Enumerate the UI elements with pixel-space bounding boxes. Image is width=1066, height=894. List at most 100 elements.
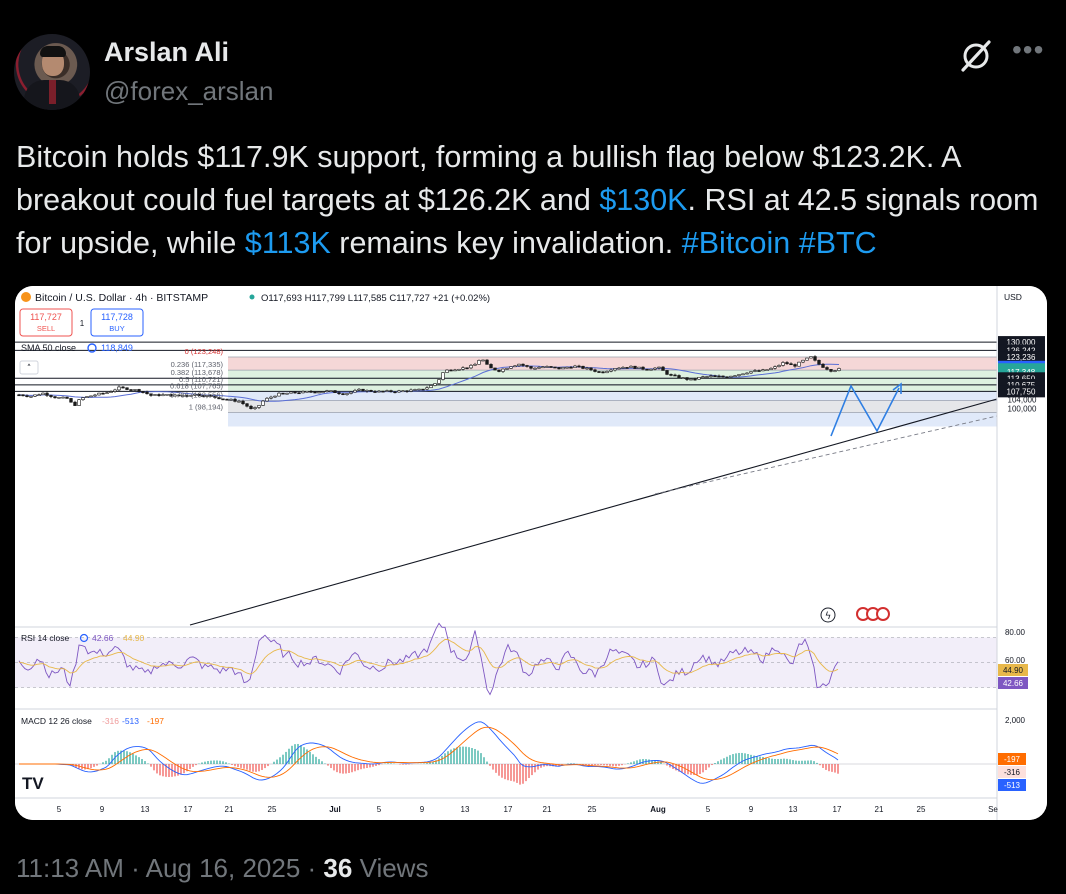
x-axis-tick: 25	[917, 805, 926, 814]
candle-body	[685, 377, 689, 380]
grok-icon[interactable]	[958, 38, 994, 74]
candle-body	[749, 371, 753, 374]
candle-body	[537, 367, 541, 369]
sell-button[interactable]: 117,727 SELL	[19, 308, 73, 337]
price-tag-label: 107,750	[1007, 387, 1036, 396]
candle-body	[833, 370, 837, 372]
candle-body	[61, 396, 65, 399]
x-axis-tick: 25	[268, 805, 277, 814]
candle-body	[253, 407, 257, 409]
candle-body	[517, 363, 521, 367]
candle-body	[641, 366, 645, 370]
candle-body	[521, 363, 525, 366]
candle-body	[37, 394, 41, 397]
candle-body	[713, 375, 717, 377]
x-axis-tick: 17	[504, 805, 513, 814]
tweet-link[interactable]: #BTC	[799, 226, 877, 260]
buy-label: BUY	[109, 324, 124, 333]
rsi-tag-label: 42.66	[1003, 679, 1024, 688]
avatar[interactable]	[14, 34, 90, 110]
tweet-time[interactable]: 11:13 AM	[16, 853, 124, 883]
candle-body	[329, 390, 333, 392]
candle-body	[809, 356, 813, 359]
candle-body	[21, 394, 25, 397]
candle-body	[829, 369, 833, 372]
candle-body	[621, 367, 625, 369]
candle-body	[805, 357, 809, 361]
candle-body	[409, 389, 413, 392]
candle-body	[469, 364, 473, 369]
sma-label: SMA 50 close	[21, 343, 76, 353]
tradingview-logo-icon: TV	[22, 774, 44, 793]
x-axis-tick: 17	[184, 805, 193, 814]
candle-body	[73, 401, 77, 406]
rsi-axis-tick: 80.00	[1005, 628, 1026, 637]
candle-body	[681, 377, 685, 379]
candle-body	[645, 368, 649, 371]
tweet-link[interactable]: #Bitcoin	[682, 226, 791, 260]
candle-body	[777, 365, 781, 367]
sma-value: 118,849	[101, 343, 133, 353]
candle-body	[225, 398, 229, 401]
candle-body	[461, 367, 465, 370]
more-icon[interactable]: •••	[1012, 36, 1044, 64]
lightning-glyph: ϟ	[825, 611, 832, 622]
candle-body	[385, 390, 389, 392]
candle-body	[485, 359, 489, 365]
macd-tag-label: -513	[1004, 781, 1021, 790]
candle-body	[465, 367, 469, 370]
candle-body	[49, 395, 53, 397]
candle-body	[53, 396, 57, 399]
candle-body	[29, 395, 33, 398]
fib-zone	[228, 384, 997, 392]
fib-label: 1 (98,194)	[189, 402, 224, 411]
candle-body	[717, 375, 721, 378]
rsi-tag-label: 44.90	[1003, 666, 1024, 675]
candle-body	[565, 366, 569, 369]
candle-body	[585, 367, 589, 370]
chart-image[interactable]: 0 (123,248) 0.236 (117,335) 0.382 (113,678…	[15, 286, 1047, 820]
x-axis-tick: 17	[833, 805, 842, 814]
avatar-hair	[40, 46, 66, 57]
candle-body	[605, 371, 609, 374]
fib-zone-bottom	[228, 412, 997, 427]
candle-body	[705, 376, 709, 378]
candle-body	[837, 368, 841, 371]
candle-body	[141, 391, 145, 393]
candle-body	[421, 388, 425, 391]
candle-body	[389, 390, 393, 393]
collapse-button[interactable]: ˄	[19, 360, 39, 375]
candle-body	[541, 366, 545, 369]
candle-body	[529, 366, 533, 369]
macd-signal-value: -197	[147, 716, 164, 726]
candle-body	[397, 390, 401, 393]
candle-body	[145, 391, 149, 395]
tweet-text: Bitcoin holds $117.9K support, forming a…	[16, 136, 1056, 265]
buy-button[interactable]: 117,728 BUY	[90, 308, 144, 337]
candle-body	[729, 375, 733, 378]
x-axis-tick: Aug	[650, 805, 666, 814]
candle-body	[305, 391, 309, 393]
candle-body	[257, 405, 261, 408]
macd-tag-label: -316	[1004, 768, 1021, 777]
candle-body	[817, 359, 821, 365]
candle-body	[637, 366, 641, 369]
us-flag-icon-3[interactable]	[876, 607, 890, 621]
candle-body	[309, 391, 313, 393]
display-name[interactable]: Arslan Ali	[104, 37, 229, 68]
candle-body	[441, 372, 445, 380]
candle-body	[617, 367, 621, 370]
candle-body	[557, 367, 561, 370]
candle-body	[57, 397, 61, 399]
tweet-link[interactable]: $130K	[599, 183, 687, 217]
chevron-up-icon: ˄	[27, 364, 32, 374]
candle-body	[41, 392, 45, 396]
candle-body	[25, 395, 29, 398]
candle-body	[693, 378, 697, 381]
user-handle[interactable]: @forex_arslan	[104, 76, 273, 107]
tweet-date[interactable]: Aug 16, 2025	[146, 853, 301, 883]
candle-body	[89, 395, 93, 398]
candle-body	[661, 366, 665, 371]
candle-body	[245, 403, 249, 407]
tweet-link[interactable]: $113K	[245, 226, 331, 260]
